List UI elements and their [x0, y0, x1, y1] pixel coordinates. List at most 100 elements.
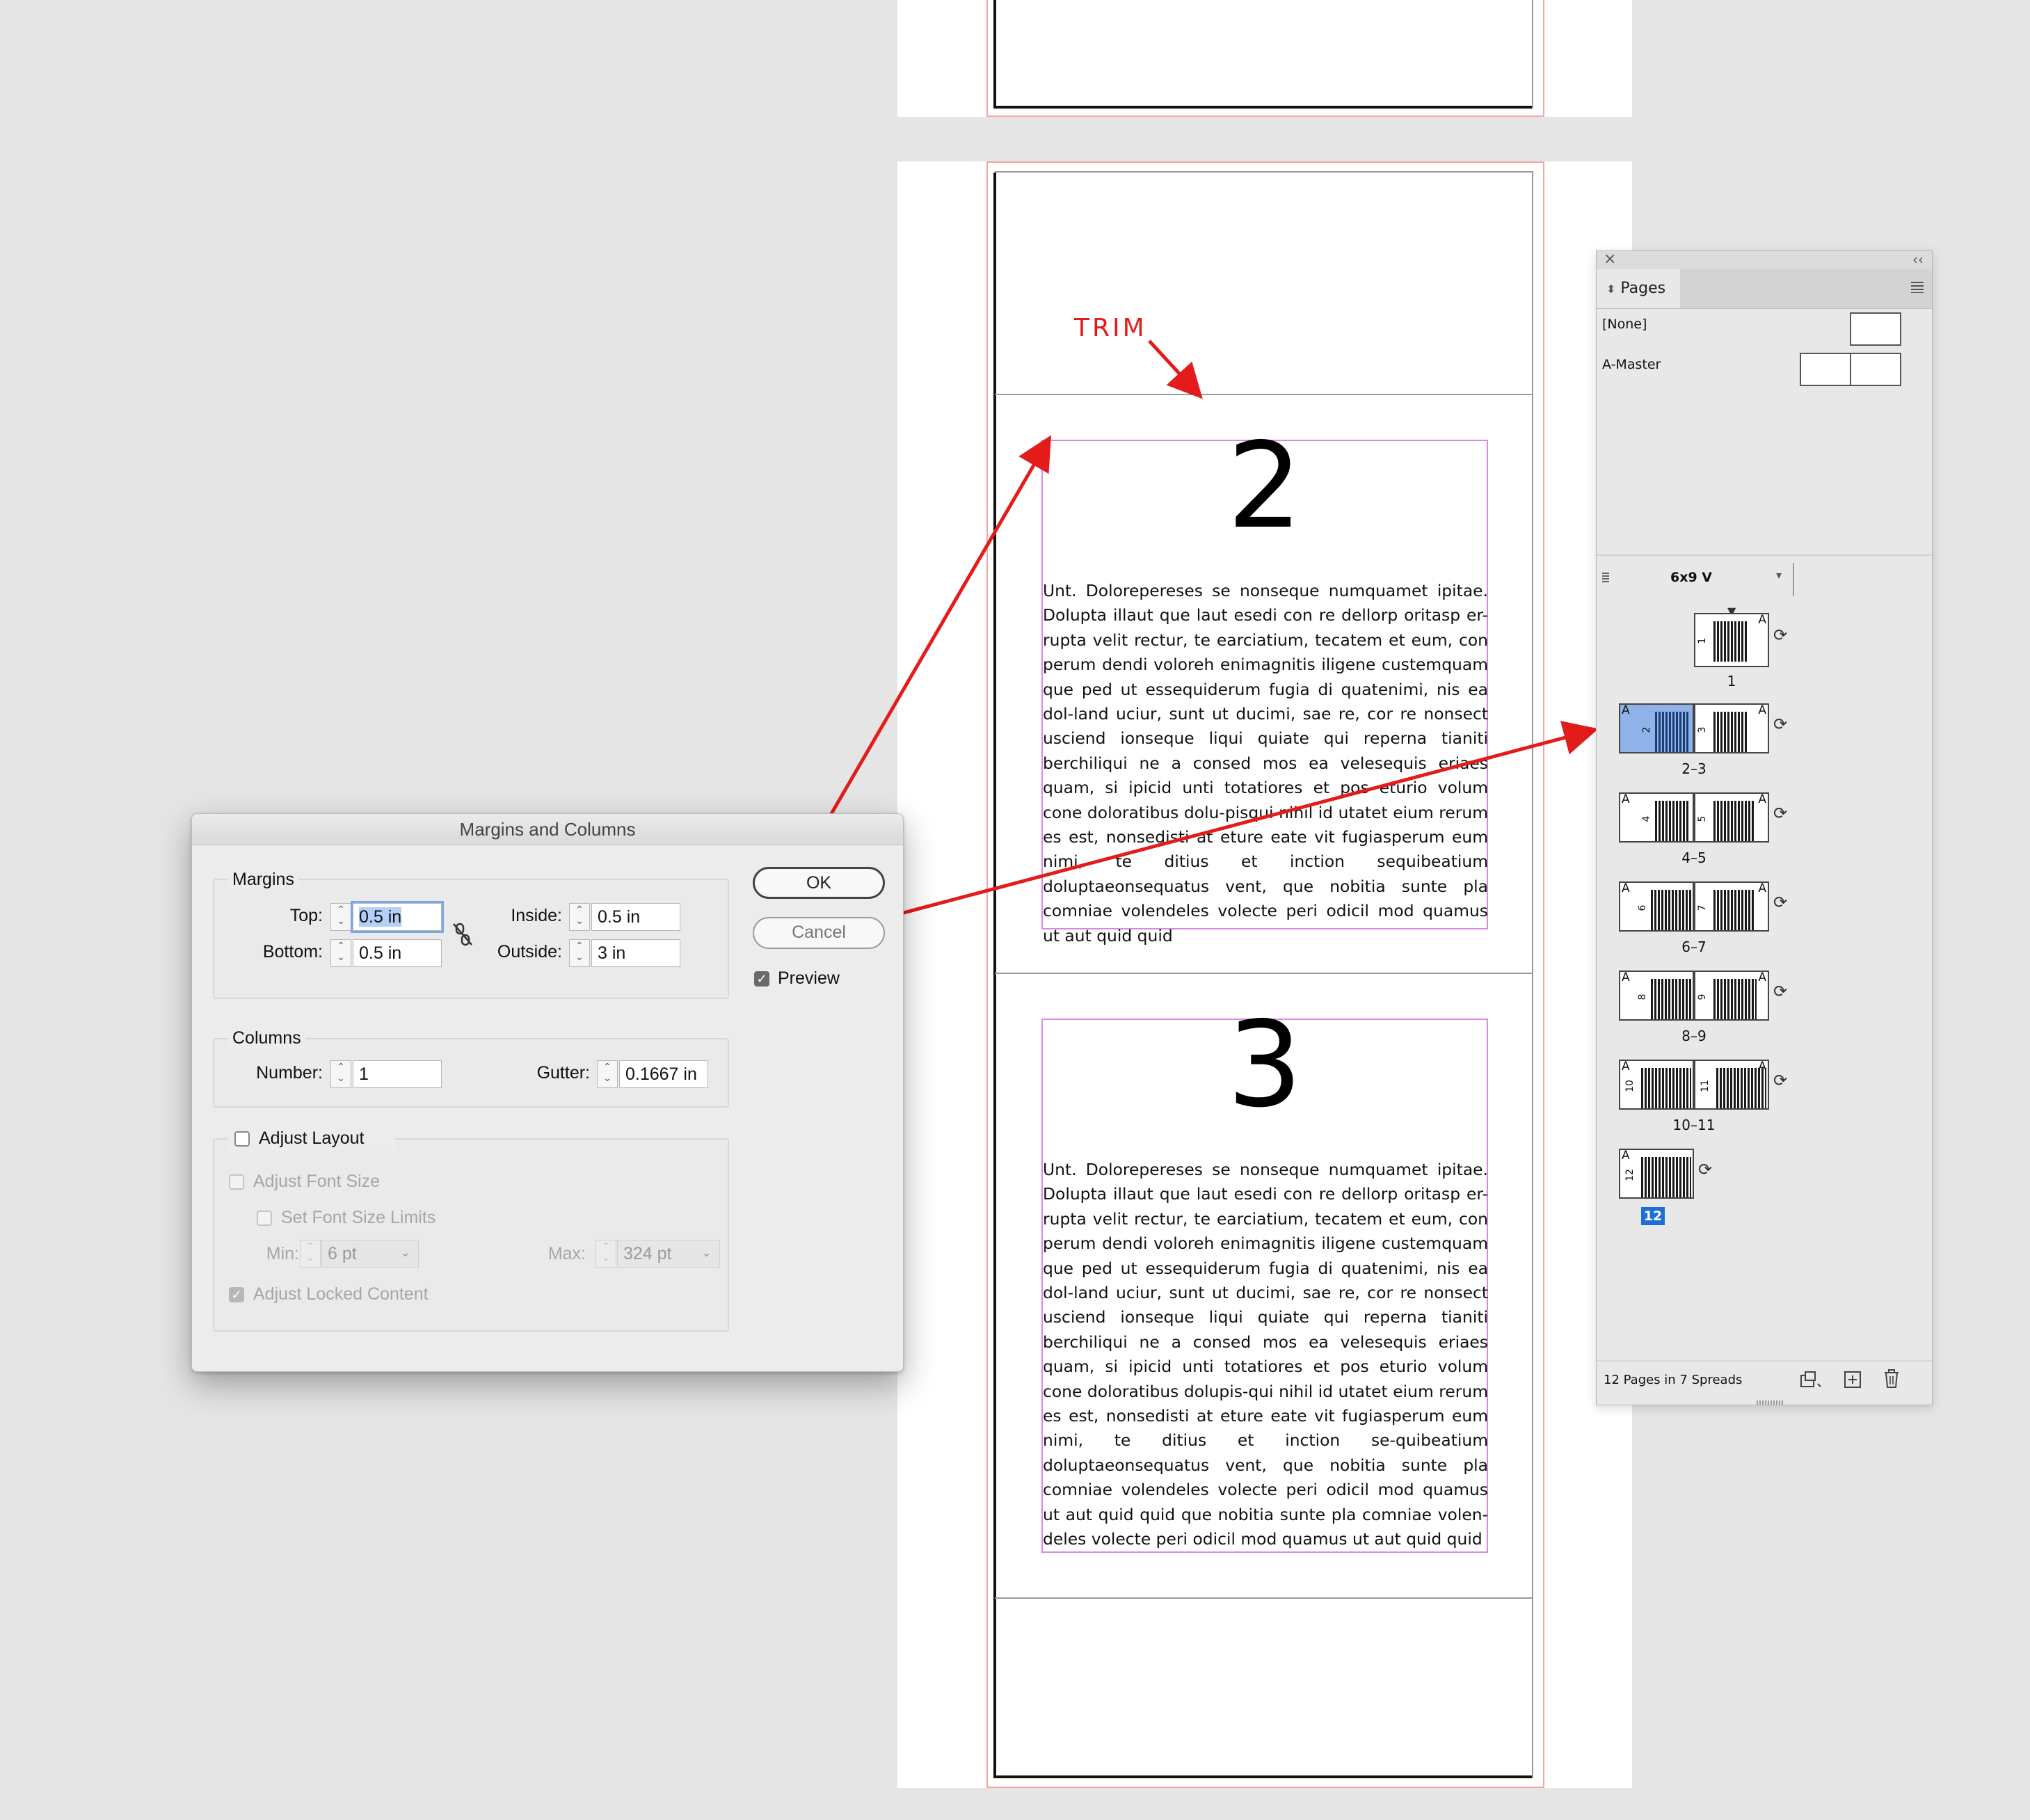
gutter-label: Gutter:	[536, 1063, 590, 1083]
a-master-left-thumb[interactable]	[1800, 353, 1851, 386]
margins-columns-dialog: Margins and Columns Margins Top: ⌃ ⌄ 0.5 …	[191, 813, 904, 1372]
page-thumb-9-master: A	[1758, 971, 1766, 984]
pages-tab-label: Pages	[1620, 280, 1666, 297]
page-thumb-3-number: 3	[1697, 726, 1708, 733]
page-thumb-5[interactable]: 5 A	[1694, 792, 1769, 843]
adjust-font-size-checkbox[interactable]	[229, 1174, 244, 1190]
spread-label-4-5[interactable]: 4–5	[1659, 849, 1729, 866]
spread-label-2-3[interactable]: 2–3	[1659, 760, 1729, 777]
rotate-icon: ⟳	[1773, 1071, 1788, 1090]
max-stepper[interactable]: ⌃ ⌄	[596, 1240, 616, 1268]
page-thumb-11-master: A	[1758, 1060, 1766, 1073]
link-chain-icon[interactable]	[452, 923, 473, 946]
ok-button[interactable]: OK	[753, 867, 885, 899]
page-thumb-12[interactable]: 12 A	[1619, 1149, 1694, 1199]
page-thumb-10[interactable]: 10 A	[1619, 1060, 1694, 1110]
pages-tab[interactable]: ⬍ Pages	[1597, 269, 1680, 308]
page-thumb-5-master: A	[1758, 792, 1766, 806]
gutter-field[interactable]: 0.1667 in	[619, 1060, 708, 1088]
cancel-button[interactable]: Cancel	[753, 917, 885, 949]
trim-arrow	[1148, 340, 1203, 399]
dialog-title[interactable]: Margins and Columns	[192, 814, 903, 845]
page-thumb-12-number: 12	[1624, 1169, 1636, 1181]
tab-toggle-icon: ⬍	[1606, 282, 1616, 296]
page-thumb-2[interactable]: 2 A	[1619, 703, 1694, 753]
number-field[interactable]: 1	[353, 1060, 442, 1088]
outside-stepper[interactable]: ⌃ ⌄	[569, 939, 590, 967]
inside-stepper[interactable]: ⌃ ⌄	[569, 903, 590, 931]
rotate-icon: ⟳	[1698, 1160, 1713, 1179]
page-thumb-3-content	[1713, 712, 1747, 752]
adjust-layout-checkbox[interactable]	[234, 1131, 250, 1147]
rotate-icon: ⟳	[1773, 893, 1788, 912]
view-options-icon[interactable]	[1602, 573, 1609, 584]
inside-field[interactable]: 0.5 in	[591, 903, 680, 931]
page-thumb-8-number: 8	[1637, 993, 1648, 1000]
edit-page-size-icon[interactable]	[1798, 1370, 1823, 1389]
none-master-thumb[interactable]	[1850, 312, 1901, 346]
set-font-size-limits-label: Set Font Size Limits	[281, 1208, 436, 1227]
page-thumb-12-master: A	[1622, 1149, 1630, 1163]
close-icon[interactable]: ×	[1604, 251, 1616, 268]
bottom-stepper[interactable]: ⌃ ⌄	[330, 939, 351, 967]
pages-panel: × ‹‹ ⬍ Pages [None] A-Master 6x9 V ▾ ▼ 1…	[1596, 250, 1933, 1405]
page-thumb-6-number: 6	[1637, 904, 1648, 911]
size-separator	[1793, 563, 1794, 596]
page-thumb-4[interactable]: 4 A	[1619, 792, 1694, 843]
set-font-size-limits-checkbox[interactable]	[257, 1211, 272, 1226]
adjust-locked-content-label: Adjust Locked Content	[253, 1284, 429, 1304]
rotate-icon: ⟳	[1773, 982, 1788, 1001]
a-master-label[interactable]: A-Master	[1602, 357, 1661, 372]
top-label: Top:	[289, 906, 323, 925]
page-thumb-12-content	[1641, 1157, 1691, 1197]
page-thumb-11-content	[1716, 1068, 1766, 1108]
page-thumb-8-content	[1651, 979, 1691, 1019]
page-thumb-1[interactable]: 1 A	[1694, 613, 1769, 667]
max-dropdown-icon[interactable]: ⌄	[701, 1245, 712, 1260]
gutter-stepper[interactable]: ⌃ ⌄	[597, 1060, 618, 1088]
trash-icon[interactable]	[1882, 1368, 1901, 1389]
panel-resize-grip[interactable]	[1757, 1400, 1784, 1405]
page-thumb-7[interactable]: 7 A	[1694, 881, 1769, 932]
page-thumb-9[interactable]: 9 A	[1694, 971, 1769, 1021]
min-dropdown-icon[interactable]: ⌄	[400, 1245, 410, 1260]
page-thumb-1-master: A	[1758, 613, 1766, 627]
spread-label-10-11[interactable]: 10–11	[1659, 1117, 1729, 1133]
spread-label-1[interactable]: 1	[1697, 673, 1766, 689]
page-thumb-2-master: A	[1622, 703, 1630, 717]
preview-checkbox[interactable]: ✓	[754, 971, 769, 987]
page-thumb-9-content	[1713, 979, 1757, 1019]
top-field[interactable]: 0.5 in	[351, 901, 444, 933]
page-thumb-6[interactable]: 6 A	[1619, 881, 1694, 932]
page-thumb-8[interactable]: 8 A	[1619, 971, 1694, 1021]
spread-label-12[interactable]: 12	[1641, 1207, 1665, 1225]
new-page-icon[interactable]	[1843, 1370, 1862, 1389]
page-thumb-11[interactable]: 11 A	[1694, 1060, 1769, 1110]
bottom-field[interactable]: 0.5 in	[353, 939, 442, 967]
page-thumb-5-number: 5	[1697, 815, 1708, 822]
spread-label-6-7[interactable]: 6–7	[1659, 939, 1729, 955]
spread-label-8-9[interactable]: 8–9	[1659, 1028, 1729, 1044]
min-stepper[interactable]: ⌃ ⌄	[300, 1240, 321, 1268]
page-thumb-4-content	[1655, 801, 1688, 841]
page-size-selector[interactable]: 6x9 V	[1670, 570, 1712, 585]
page-thumb-10-number: 10	[1624, 1080, 1636, 1092]
page-thumb-2-number: 2	[1641, 726, 1652, 733]
panel-tab-bar: ⬍ Pages	[1597, 269, 1932, 309]
number-stepper[interactable]: ⌃ ⌄	[330, 1060, 351, 1088]
page-thumb-2-content	[1655, 712, 1688, 752]
panel-header-strip: × ‹‹	[1597, 251, 1932, 270]
outside-field[interactable]: 3 in	[591, 939, 680, 967]
page-thumb-3-master: A	[1758, 703, 1766, 717]
adjust-locked-content-checkbox[interactable]: ✓	[229, 1287, 244, 1302]
page-thumb-3[interactable]: 3 A	[1694, 703, 1769, 753]
columns-group-title: Columns	[228, 1028, 305, 1048]
collapse-icon[interactable]: ‹‹	[1912, 251, 1924, 268]
none-master-label[interactable]: [None]	[1602, 317, 1647, 332]
panel-menu-icon[interactable]	[1911, 282, 1924, 293]
adjust-font-size-label: Adjust Font Size	[253, 1172, 381, 1191]
a-master-right-thumb[interactable]	[1850, 353, 1901, 386]
size-dropdown-icon[interactable]: ▾	[1776, 568, 1782, 582]
page-thumb-8-master: A	[1622, 971, 1630, 984]
top-stepper[interactable]: ⌃ ⌄	[330, 903, 351, 931]
